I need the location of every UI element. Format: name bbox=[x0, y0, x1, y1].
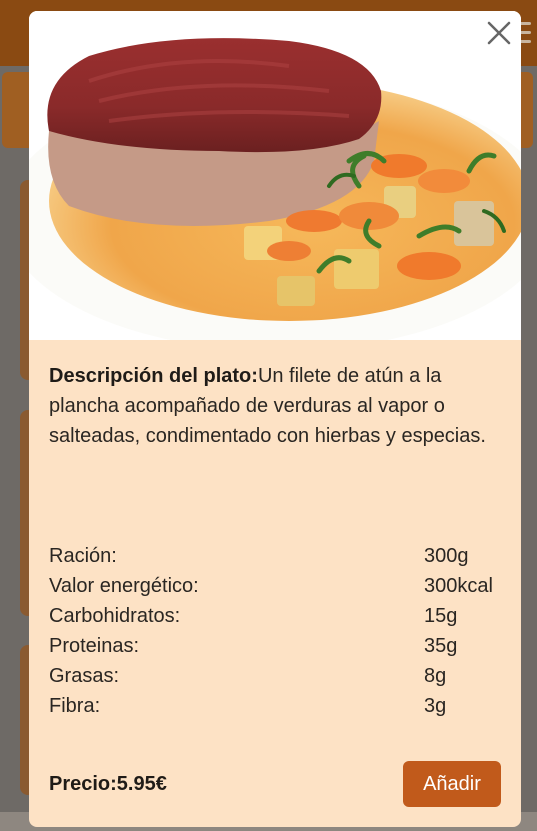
nutrition-label: Carbohidratos: bbox=[49, 605, 181, 627]
price-label: Precio:5.95€ bbox=[49, 772, 167, 795]
nutrition-value: 300g bbox=[424, 545, 469, 567]
modal-body: Descripción del plato:Un filete de atún … bbox=[29, 340, 521, 721]
nutrition-value: 8g bbox=[424, 665, 447, 687]
nutrition-value: 3g bbox=[424, 695, 447, 717]
nutrition-label: Fibra: bbox=[49, 695, 101, 717]
nutrition-row: Valor energético: 300kcal bbox=[49, 571, 501, 601]
description-label: Descripción del plato: bbox=[49, 365, 258, 387]
nutrition-row: Proteinas: 35g bbox=[49, 631, 501, 661]
dish-description: Descripción del plato:Un filete de atún … bbox=[49, 361, 501, 541]
nutrition-list: Ración: 300g Valor energético: 300kcal Car… bbox=[49, 541, 501, 721]
nutrition-value: 15g bbox=[424, 605, 458, 627]
tuna-steak-illustration bbox=[29, 11, 521, 340]
nutrition-value: 35g bbox=[424, 635, 458, 657]
nutrition-label: Proteinas: bbox=[49, 635, 140, 657]
dish-image bbox=[29, 11, 521, 340]
nutrition-row: Ración: 300g bbox=[49, 541, 501, 571]
modal-footer: Precio:5.95€ Añadir bbox=[49, 761, 501, 807]
add-to-cart-button[interactable]: Añadir bbox=[403, 761, 501, 807]
close-button[interactable] bbox=[485, 19, 513, 47]
nutrition-value: 300kcal bbox=[424, 575, 493, 597]
close-icon bbox=[487, 21, 511, 45]
nutrition-label: Ración: bbox=[49, 545, 117, 567]
nutrition-row: Carbohidratos: 15g bbox=[49, 601, 501, 631]
nutrition-row: Fibra: 3g bbox=[49, 691, 501, 721]
nutrition-row: Grasas: 8g bbox=[49, 661, 501, 691]
nutrition-label: Valor energético: bbox=[49, 575, 199, 597]
dish-detail-modal: Descripción del plato:Un filete de atún … bbox=[29, 11, 521, 827]
nutrition-label: Grasas: bbox=[49, 665, 120, 687]
